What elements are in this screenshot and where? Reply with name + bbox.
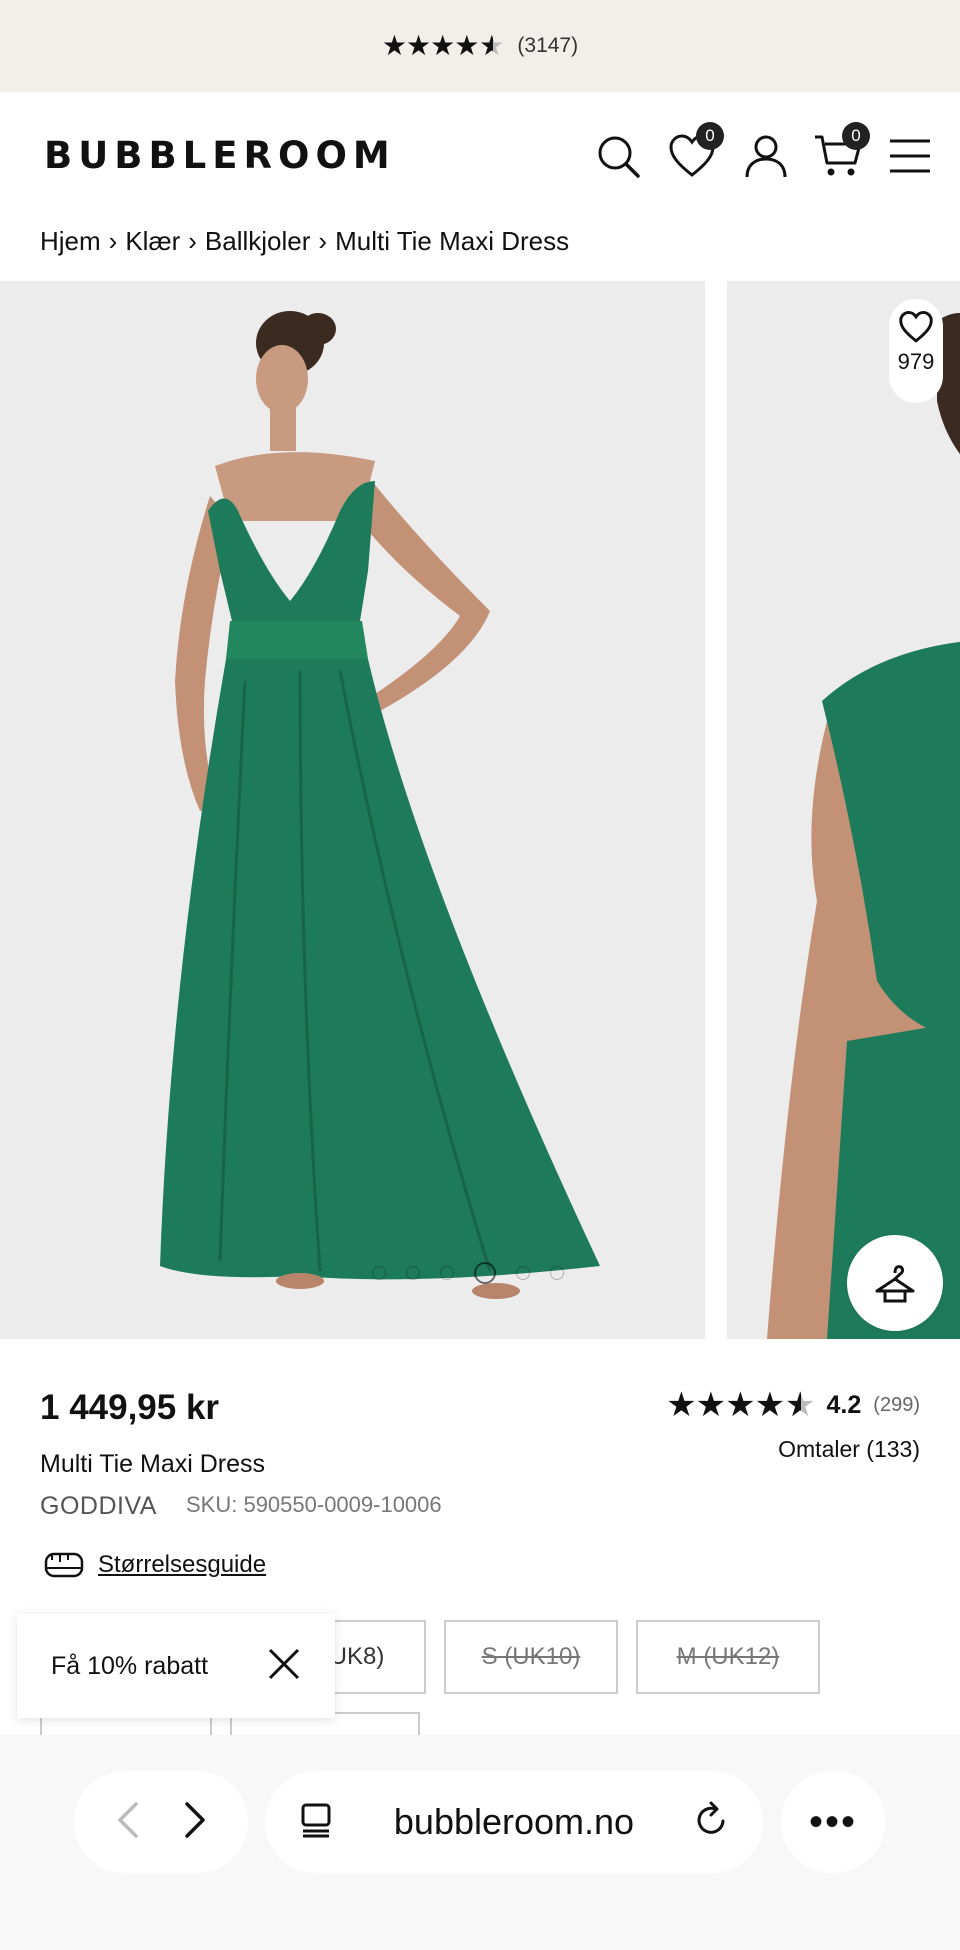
close-icon[interactable]: [267, 1647, 301, 1686]
cart-badge: 0: [842, 122, 870, 150]
product-brand[interactable]: GODDIVA: [40, 1492, 157, 1521]
rating-count: (3147): [517, 34, 579, 57]
site-header: BUBBLEROOM 0 0: [0, 92, 960, 222]
hamburger-icon: [890, 139, 930, 173]
wishlist-toggle[interactable]: 979: [889, 299, 943, 403]
size-guide-link[interactable]: Størrelsesguide: [44, 1550, 266, 1580]
chevron-left-icon: [117, 1801, 138, 1838]
rating-count: (299): [873, 1393, 920, 1416]
breadcrumb-ballgowns[interactable]: Ballkjoler: [205, 226, 311, 257]
discount-text[interactable]: Få 10% rabatt: [51, 1652, 208, 1681]
wishlist-badge: 0: [696, 122, 724, 150]
carousel-dot[interactable]: [516, 1266, 530, 1280]
product-price: 1 449,95 kr: [40, 1388, 220, 1427]
browser-nav: [74, 1771, 248, 1873]
more-button[interactable]: •••: [781, 1771, 885, 1873]
discount-popup[interactable]: Få 10% rabatt: [17, 1614, 335, 1718]
wishlist-count: 979: [897, 349, 935, 374]
product-name: Multi Tie Maxi Dress: [40, 1450, 266, 1478]
site-logo[interactable]: BUBBLEROOM: [44, 134, 396, 177]
chevron-right-icon: [184, 1801, 205, 1838]
size-option-unavailable[interactable]: S (UK10): [444, 1620, 618, 1694]
breadcrumb-current: Multi Tie Maxi Dress: [335, 226, 570, 256]
size-guide-label: Størrelsesguide: [98, 1551, 267, 1578]
cart-button[interactable]: 0: [810, 122, 870, 184]
carousel-dot[interactable]: [550, 1266, 564, 1280]
search-button[interactable]: [590, 128, 646, 184]
top-rating-bar[interactable]: ★★★★★ (3147): [0, 0, 960, 92]
browser-toolbar: bubbleroom.no •••: [0, 1735, 960, 1950]
rating-value: 4.2: [826, 1390, 862, 1419]
breadcrumb: Hjem › Klær › Ballkjoler › Multi Tie Max…: [40, 226, 569, 257]
breadcrumb-separator: ›: [108, 226, 118, 256]
breadcrumb-clothes[interactable]: Klær: [125, 226, 180, 257]
carousel-dot-active[interactable]: [474, 1262, 496, 1284]
heart-icon: [899, 311, 933, 343]
carousel-dots: [372, 1262, 564, 1284]
product-gallery[interactable]: 979: [0, 281, 960, 1339]
product-image-next[interactable]: [727, 281, 960, 1339]
hanger-icon: [875, 1265, 915, 1303]
carousel-dot[interactable]: [372, 1266, 386, 1280]
url-text[interactable]: bubbleroom.no: [335, 1801, 693, 1843]
rating-stars: ★★★★ ★: [382, 32, 505, 61]
hanger-button[interactable]: [847, 1235, 943, 1331]
back-button[interactable]: [112, 1800, 142, 1845]
reviews-link[interactable]: Omtaler (133): [778, 1436, 920, 1463]
reload-icon[interactable]: [693, 1801, 729, 1844]
forward-button[interactable]: [181, 1800, 211, 1845]
account-button[interactable]: [738, 128, 794, 184]
tabs-icon[interactable]: [299, 1802, 335, 1843]
tape-measure-icon: [44, 1552, 84, 1578]
breadcrumb-separator: ›: [318, 226, 328, 256]
user-icon: [745, 135, 787, 178]
search-icon: [598, 136, 640, 178]
breadcrumb-separator: ›: [188, 226, 197, 256]
breadcrumb-home[interactable]: Hjem: [40, 226, 101, 257]
wishlist-button[interactable]: 0: [664, 122, 724, 184]
product-image-main[interactable]: [0, 281, 705, 1339]
product-sku: SKU: 590550-0009-10006: [186, 1492, 442, 1517]
carousel-dot[interactable]: [440, 1266, 454, 1280]
menu-button[interactable]: [882, 128, 938, 184]
address-bar[interactable]: bubbleroom.no: [265, 1771, 763, 1873]
rating-stars: ★★★★ ★: [666, 1388, 815, 1422]
size-option-unavailable[interactable]: M (UK12): [636, 1620, 820, 1694]
carousel-dot[interactable]: [406, 1266, 420, 1280]
product-rating[interactable]: ★★★★★ 4.2 (299): [666, 1388, 920, 1422]
